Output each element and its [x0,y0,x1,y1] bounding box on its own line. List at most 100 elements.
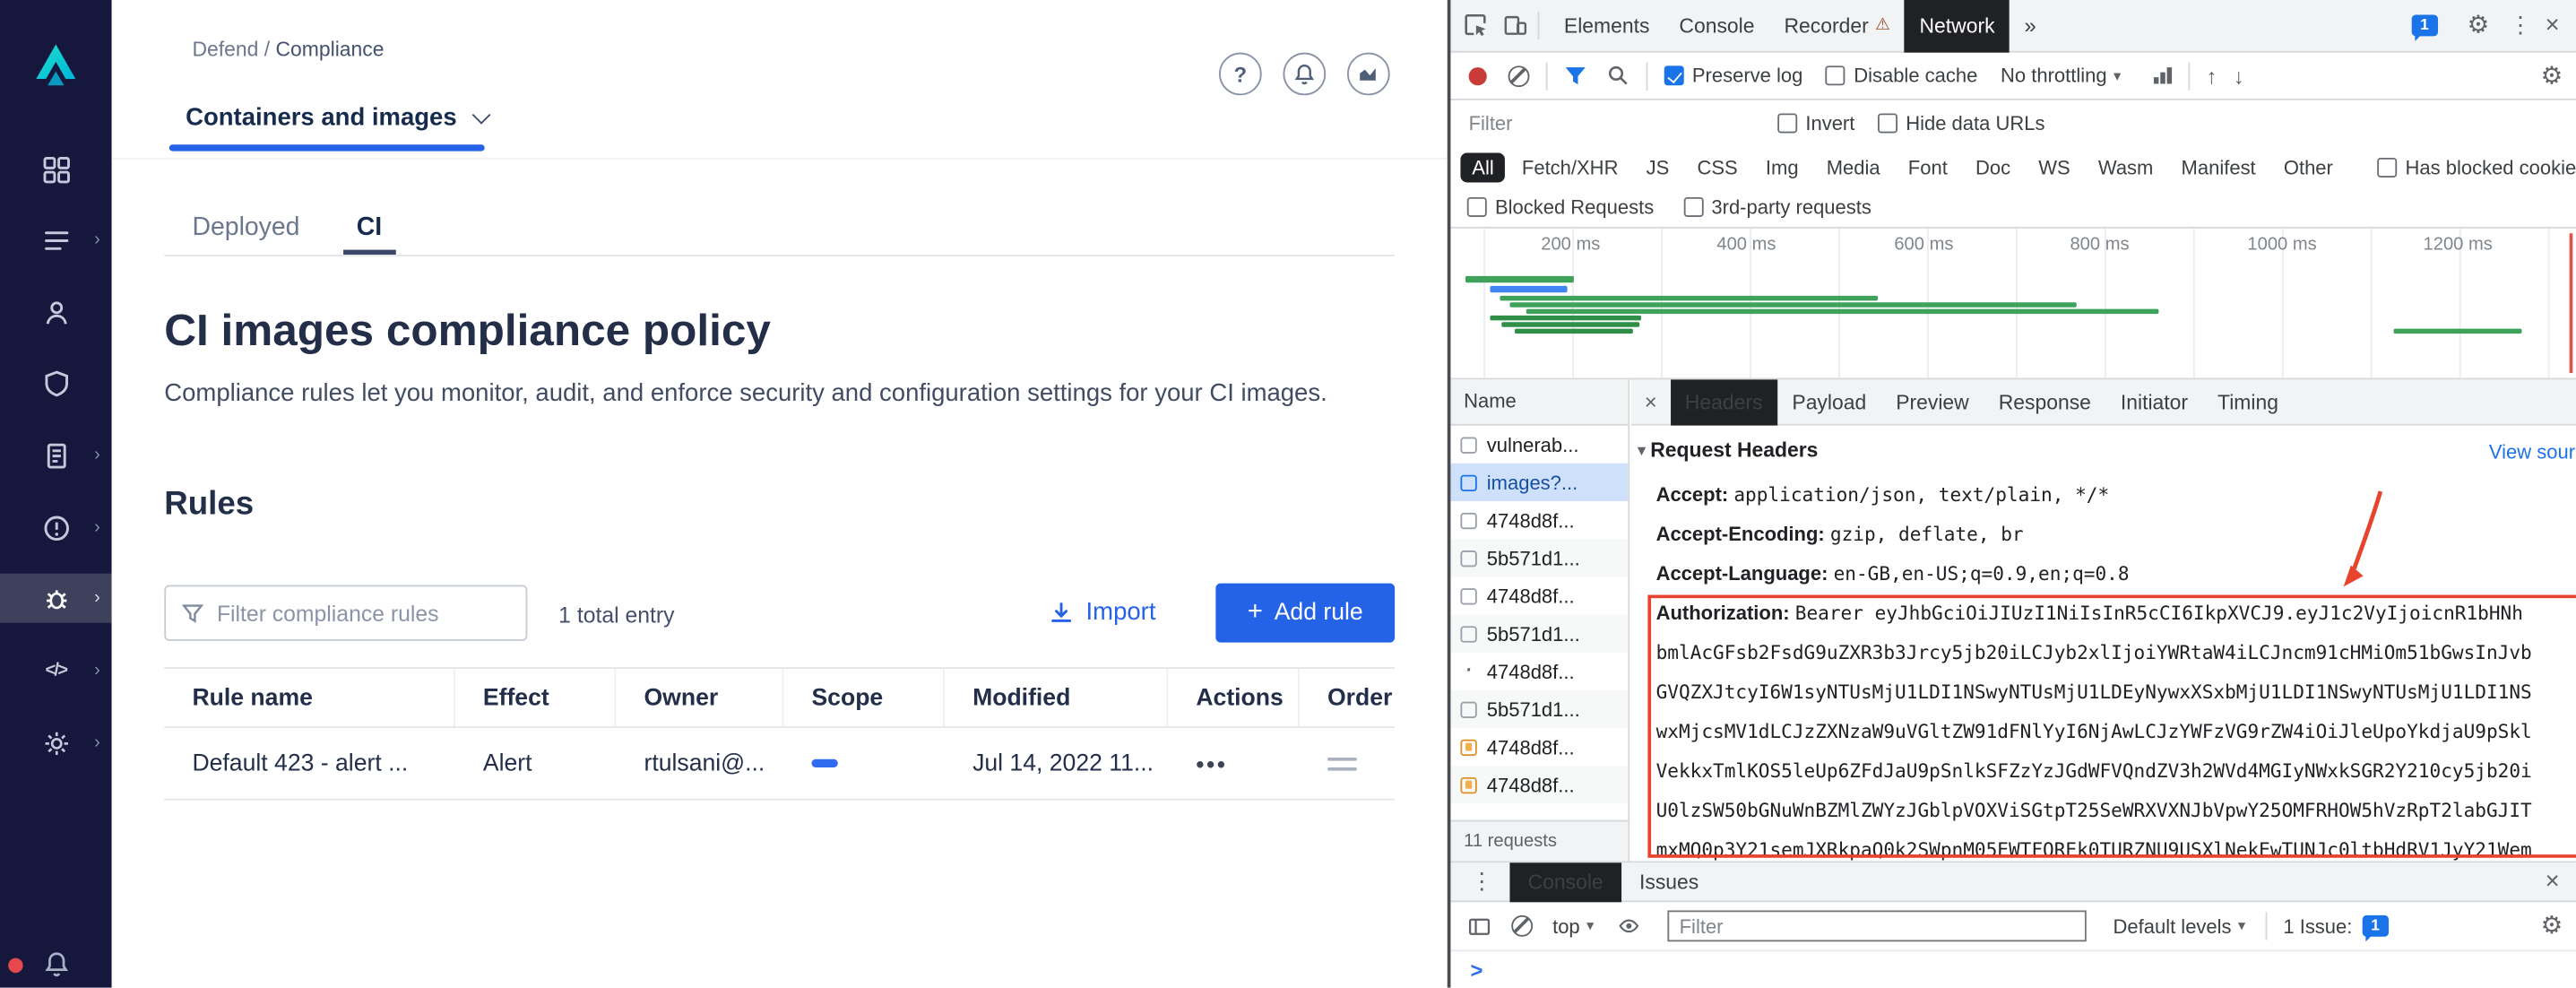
kebab-menu-icon[interactable]: ⋮ [2503,12,2538,39]
tab-headers[interactable]: Headers [1670,378,1777,424]
pill-media[interactable]: Media [1815,152,1892,182]
pill-ws[interactable]: WS [2027,152,2081,182]
tab-issues[interactable]: Issues [1621,862,1717,901]
clear-icon[interactable] [1508,65,1530,86]
console-filter-input[interactable] [1668,910,2087,941]
device-toolbar-icon[interactable] [1503,13,1527,38]
plus-icon: + [1248,598,1263,628]
pill-img[interactable]: Img [1754,152,1810,182]
sidebar-item-defend[interactable]: › [0,574,112,623]
invert-checkbox[interactable]: Invert [1777,112,1854,135]
name-column-header[interactable]: Name [1450,379,1628,425]
help-button[interactable]: ? [1219,53,1262,96]
sidebar-item-settings[interactable]: › [0,718,112,767]
tab-payload[interactable]: Payload [1777,378,1881,424]
import-har-icon[interactable]: ↑ [2206,64,2217,88]
preserve-log-checkbox[interactable]: Preserve log [1664,64,1803,87]
network-filter-input[interactable] [1469,112,1749,135]
sidebar-item-incidents[interactable]: › [0,503,112,552]
network-settings-gear-icon[interactable]: ⚙ [2541,64,2563,88]
console-settings-gear-icon[interactable]: ⚙ [2541,914,2563,938]
network-conditions-icon[interactable] [2154,67,2172,83]
request-row[interactable]: 4748d8f... [1450,576,1628,614]
pill-other[interactable]: Other [2272,152,2345,182]
pill-doc[interactable]: Doc [1964,152,2022,182]
settings-gear-icon[interactable]: ⚙ [2468,13,2490,38]
request-row[interactable]: 5b571d1... [1450,615,1628,653]
sidebar-item-inventory[interactable] [0,288,112,337]
tab-network[interactable]: Network [1905,0,2010,52]
issue-count-label[interactable]: 1 Issue: [2283,914,2352,938]
export-har-icon[interactable]: ↓ [2234,64,2244,88]
sidebar-item-policies[interactable]: › [0,430,112,480]
has-blocked-cookies-checkbox[interactable]: Has blocked cookies [2377,155,2576,178]
request-row[interactable]: 5b571d1... [1450,690,1628,728]
close-detail-button[interactable]: × [1631,389,1670,413]
tab-console[interactable]: Console [1664,0,1769,52]
request-row[interactable]: 4748d8f... [1450,501,1628,539]
pill-css[interactable]: CSS [1686,152,1750,182]
close-devtools-button[interactable]: × [2538,12,2566,39]
sidebar-item-code[interactable]: </> › [0,646,112,695]
actions-menu-button[interactable]: ••• [1196,750,1227,776]
search-icon[interactable] [1607,64,1630,87]
pill-font[interactable]: Font [1897,152,1959,182]
tab-preview[interactable]: Preview [1881,378,1984,424]
tab-recorder[interactable]: Recorder ⚠ [1769,0,1905,52]
tab-console-drawer[interactable]: Console [1509,862,1621,901]
pill-wasm[interactable]: Wasm [2087,152,2165,182]
table-row[interactable]: Default 423 - alert ... Alert rtulsani@.… [164,728,1395,801]
alerts-button[interactable] [1283,53,1326,96]
live-expression-eye-icon[interactable] [1617,915,1641,937]
filter-funnel-icon[interactable] [1564,65,1587,86]
disable-cache-checkbox[interactable]: Disable cache [1826,64,1977,87]
clear-console-icon[interactable] [1511,915,1533,937]
tab-ci[interactable]: CI [357,213,382,243]
add-rule-button[interactable]: + Add rule [1215,584,1395,643]
drawer-kebab-icon[interactable]: ⋮ [1464,868,1500,896]
sidebar-item-notifications[interactable] [0,939,112,988]
view-selector[interactable]: Containers and images [186,103,488,131]
console-prompt[interactable]: > [1450,951,2576,987]
pill-manifest[interactable]: Manifest [2170,152,2268,182]
drag-handle-icon[interactable] [1327,757,1357,770]
request-headers-section[interactable]: ▾ Request Headers [1638,438,1818,462]
blocked-requests-checkbox[interactable]: Blocked Requests [1467,195,1654,219]
breadcrumb-defend[interactable]: Defend [192,38,258,61]
third-party-checkbox[interactable]: 3rd-party requests [1683,195,1871,219]
sidebar-item-dashboard[interactable] [0,144,112,194]
sidebar-item-workloads[interactable]: › [0,215,112,264]
inspect-icon[interactable] [1464,13,1488,38]
throttling-dropdown[interactable]: No throttling ▾ [2001,64,2121,87]
tab-response[interactable]: Response [1984,378,2105,424]
rules-filter-input[interactable] [217,601,488,625]
tab-elements[interactable]: Elements [1549,0,1664,52]
hide-data-urls-checkbox[interactable]: Hide data URLs [1878,112,2044,135]
request-row[interactable]: ·4748d8f... [1450,653,1628,690]
close-drawer-button[interactable]: × [2538,868,2566,896]
issues-counter-badge[interactable]: 1 [2411,14,2437,36]
import-button[interactable]: Import [1048,598,1155,626]
pill-all[interactable]: All [1460,152,1505,182]
console-sidebar-icon[interactable] [1467,914,1491,938]
more-tabs-button[interactable]: » [2010,0,2051,52]
usage-button[interactable] [1347,53,1390,96]
request-row-selected[interactable]: images?... [1450,464,1628,501]
context-selector[interactable]: top ▾ [1552,914,1594,938]
record-button[interactable] [1469,66,1487,84]
sidebar-item-security[interactable] [0,359,112,408]
tab-timing[interactable]: Timing [2203,378,2294,424]
request-row[interactable]: 5b571d1... [1450,539,1628,576]
log-levels-dropdown[interactable]: Default levels ▾ [2114,914,2246,938]
tab-deployed[interactable]: Deployed [192,213,299,243]
aqua-logo[interactable] [26,36,85,95]
network-overview[interactable]: 200 ms 400 ms 600 ms 800 ms 1000 ms 1200… [1450,229,2576,380]
request-row[interactable]: 4748d8f... [1450,766,1628,803]
request-row[interactable]: 4748d8f... [1450,728,1628,766]
view-source-link[interactable]: View source [2489,440,2576,464]
pill-fetch-xhr[interactable]: Fetch/XHR [1510,152,1629,182]
request-row[interactable]: vulnerab... [1450,426,1628,464]
issue-count-badge[interactable]: 1 [2362,915,2388,937]
pill-js[interactable]: JS [1635,152,1681,182]
tab-initiator[interactable]: Initiator [2105,378,2202,424]
